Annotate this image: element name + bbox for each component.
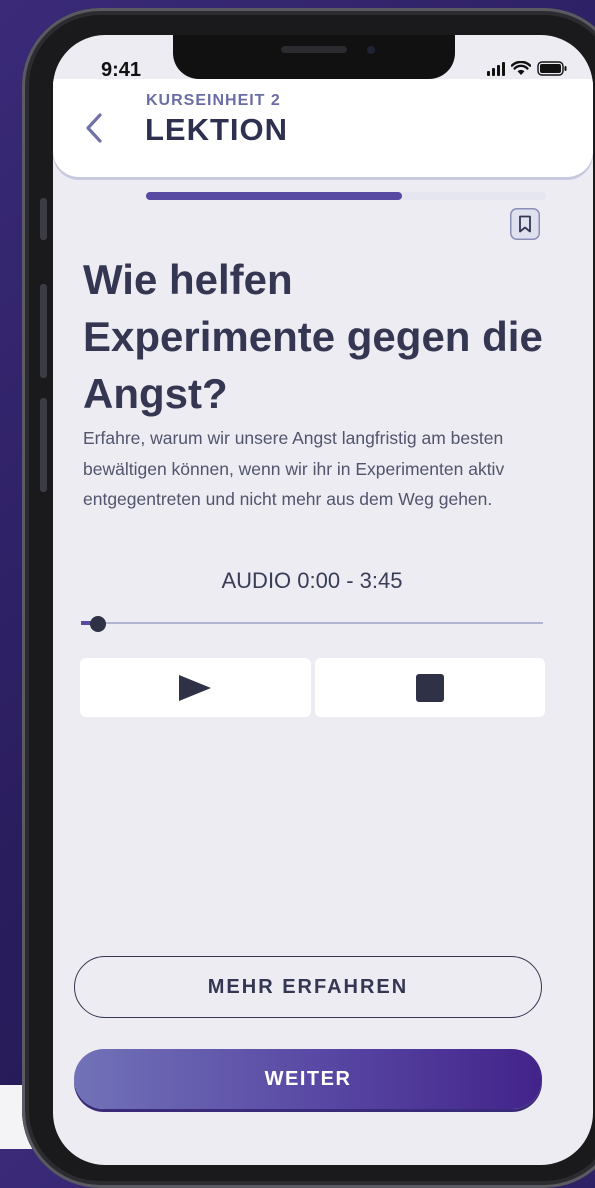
lesson-description: Erfahre, warum wir unsere Angst langfris… — [83, 428, 505, 509]
play-icon — [179, 674, 212, 701]
audio-slider-track[interactable] — [81, 622, 543, 624]
stop-icon — [415, 673, 444, 702]
mute-switch — [40, 198, 47, 240]
battery-icon — [537, 61, 567, 76]
lesson-progress-bar — [146, 192, 546, 200]
bookmark-button[interactable] — [510, 208, 540, 240]
volume-up-button — [40, 284, 47, 378]
lesson-header: KURSEINHEIT 2 LEKTION — [53, 79, 593, 200]
audio-controls — [80, 658, 545, 717]
signal-icon — [487, 62, 505, 76]
app-screen: 9:41 KURSEINHEIT 2 LEKTION Wie helfen Ex… — [53, 35, 593, 1165]
next-button[interactable]: WEITER — [74, 1049, 542, 1109]
lesson-progress-fill — [146, 192, 402, 200]
page-title: LEKTION — [145, 112, 289, 147]
back-chevron-icon — [86, 113, 102, 143]
audio-time-label: AUDIO 0:00 - 3:45 — [221, 568, 403, 593]
back-button[interactable] — [83, 111, 111, 151]
course-unit-label: KURSEINHEIT 2 — [146, 92, 281, 109]
status-icons — [487, 61, 567, 76]
speaker-grille — [281, 46, 347, 53]
play-button[interactable] — [80, 658, 311, 717]
volume-down-button — [40, 398, 47, 492]
audio-slider-knob[interactable] — [90, 616, 106, 632]
bookmark-icon — [519, 215, 531, 233]
wifi-icon — [511, 61, 531, 75]
notch — [173, 35, 455, 79]
lesson-headline: Wie helfen Experimente gegen die Angst? — [83, 256, 543, 417]
learn-more-button[interactable]: MEHR ERFAHREN — [74, 956, 542, 1018]
front-camera — [363, 42, 379, 58]
stop-button[interactable] — [314, 658, 545, 717]
